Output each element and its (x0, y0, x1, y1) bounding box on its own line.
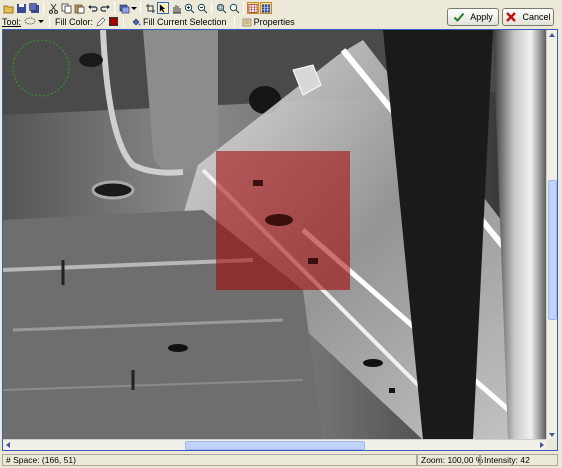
scroll-down-arrow[interactable] (549, 433, 555, 437)
zoom-in-icon[interactable] (183, 2, 195, 14)
vertical-scrollbar[interactable] (546, 30, 557, 440)
scroll-up-arrow[interactable] (549, 33, 555, 37)
fill-current-selection-button[interactable]: Fill Current Selection (129, 16, 229, 28)
grid-fill-icon[interactable] (260, 2, 272, 14)
undo-icon[interactable] (86, 2, 98, 14)
cancel-label: Cancel (522, 12, 551, 22)
checkmark-icon (454, 12, 465, 22)
hand-icon[interactable] (170, 2, 182, 14)
tool-label: Tool: (2, 16, 22, 27)
toolbar-separator (233, 15, 235, 28)
toolbar-separator (123, 15, 125, 28)
open-icon[interactable] (2, 2, 14, 14)
pencil-icon[interactable] (96, 17, 106, 27)
xray-image[interactable] (3, 30, 547, 440)
apply-button[interactable]: Apply (447, 8, 499, 26)
layers-icon[interactable] (118, 2, 130, 14)
save-icon[interactable] (15, 2, 27, 14)
toolbar-separator (211, 2, 212, 14)
pointer-icon[interactable] (157, 2, 169, 14)
main-toolbar (2, 1, 272, 15)
zoom-level: Zoom: 100,00 % (417, 453, 483, 466)
toolbar-separator (140, 2, 141, 14)
tool-dropdown-arrow[interactable] (38, 20, 45, 23)
zoom-out-icon[interactable] (196, 2, 208, 14)
toolbar-separator (114, 2, 115, 14)
vertical-scroll-thumb[interactable] (548, 180, 557, 320)
copy-icon[interactable] (60, 2, 72, 14)
apply-label: Apply (470, 12, 493, 22)
toolbar-separator (49, 15, 51, 28)
scroll-corner (546, 439, 557, 450)
cancel-button[interactable]: Cancel (502, 8, 554, 26)
scroll-left-arrow[interactable] (6, 442, 10, 448)
save-all-icon[interactable] (28, 2, 40, 14)
close-icon (506, 12, 517, 22)
horizontal-scrollbar[interactable] (3, 439, 547, 450)
paint-bucket-icon (132, 18, 141, 25)
fill-color-label: Fill Color: (55, 16, 94, 27)
fill-current-selection-label: Fill Current Selection (143, 16, 227, 27)
zoom-actual-icon[interactable] (228, 2, 240, 14)
image-viewport[interactable] (2, 29, 558, 451)
tool-selector[interactable] (24, 16, 45, 28)
layers-dropdown-arrow[interactable] (131, 6, 137, 10)
scroll-right-arrow[interactable] (540, 442, 544, 448)
xray-scan-graphic (3, 30, 547, 440)
horizontal-scroll-thumb[interactable] (185, 441, 365, 450)
selection-toolbar: Tool: Fill Color: Fill Current Selection… (2, 15, 297, 28)
properties-button[interactable]: Properties (240, 16, 297, 28)
crop-icon[interactable] (144, 2, 156, 14)
lasso-icon (24, 17, 36, 25)
paste-icon[interactable] (73, 2, 85, 14)
intensity-value: Intensity: 42 (480, 453, 558, 466)
grid-icon[interactable] (247, 2, 259, 14)
properties-icon (242, 18, 251, 26)
redo-icon[interactable] (99, 2, 111, 14)
status-bar: # Space: (166, 51) Zoom: 100,00 % Intens… (2, 453, 558, 466)
toolbar-separator (43, 2, 44, 14)
zoom-fit-icon[interactable] (215, 2, 227, 14)
fill-color-swatch[interactable] (109, 17, 119, 26)
space-coordinates: # Space: (166, 51) (2, 453, 417, 466)
properties-label: Properties (253, 16, 295, 27)
toolbar-separator (243, 2, 244, 14)
cut-icon[interactable] (47, 2, 59, 14)
